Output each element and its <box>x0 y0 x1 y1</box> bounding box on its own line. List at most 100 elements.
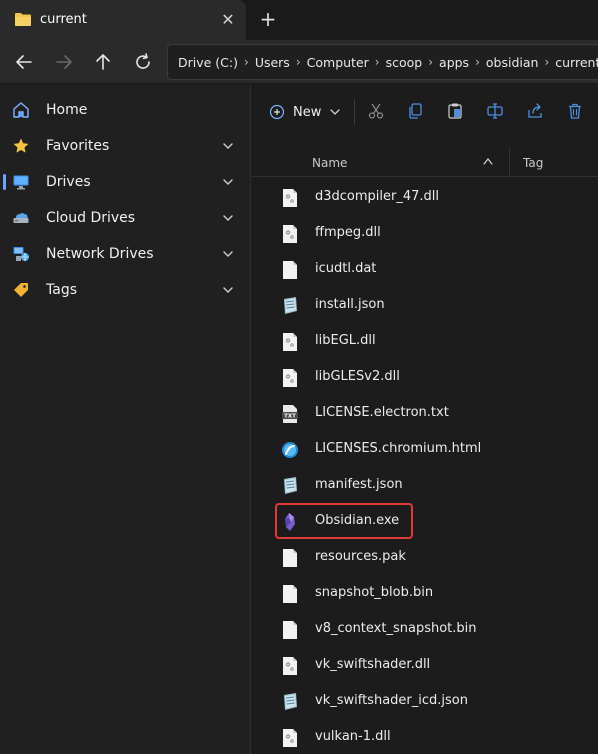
home-icon <box>13 102 29 118</box>
sidebar-item-label: Drives <box>46 174 91 190</box>
tab-current[interactable]: current ✕ <box>0 0 246 40</box>
file-row[interactable]: icudtl.dat <box>275 251 595 287</box>
breadcrumb-computer[interactable]: Computer <box>307 55 369 70</box>
sidebar-item-cloud-drives[interactable]: Cloud Drives <box>0 200 250 236</box>
folder-icon <box>15 13 31 26</box>
column-separator[interactable] <box>509 147 510 177</box>
chevron-down-icon[interactable] <box>220 138 236 154</box>
file-row[interactable]: v8_context_snapshot.bin <box>275 611 595 647</box>
file-name: vk_swiftshader.dll <box>315 657 431 672</box>
tag-icon <box>14 283 28 297</box>
up-button[interactable] <box>91 50 115 74</box>
breadcrumb-separator: › <box>374 55 380 69</box>
json-icon <box>281 692 299 712</box>
cloud-drive-icon <box>13 213 29 223</box>
file-row[interactable]: vk_swiftshader.dll <box>275 647 595 683</box>
address-bar[interactable]: Drive (C:) › Users › Computer › scoop › … <box>167 44 598 80</box>
command-toolbar: New <box>251 85 598 137</box>
sidebar-item-label: Cloud Drives <box>46 210 136 226</box>
json-icon <box>281 296 299 316</box>
paste-icon[interactable] <box>446 102 464 120</box>
file-row[interactable]: TXT LICENSE.electron.txt <box>275 395 595 431</box>
file-row[interactable]: install.json <box>275 287 595 323</box>
sidebar-item-network-drives[interactable]: Network Drives <box>0 236 250 272</box>
file-row[interactable]: manifest.json <box>275 467 595 503</box>
arrow-right-icon <box>56 55 72 69</box>
sidebar-item-home[interactable]: Home <box>0 92 250 128</box>
breadcrumb-separator: › <box>544 55 550 69</box>
breadcrumb-separator: › <box>244 55 249 69</box>
file-row[interactable]: d3dcompiler_47.dll <box>275 179 595 215</box>
new-tab-button[interactable]: + <box>258 9 278 31</box>
file-row[interactable]: libEGL.dll <box>275 323 595 359</box>
dll-icon <box>281 728 299 748</box>
file-row[interactable]: libGLESv2.dll <box>275 359 595 395</box>
delete-icon[interactable] <box>566 102 584 120</box>
breadcrumb-users[interactable]: Users <box>255 55 290 70</box>
new-button-label: New <box>293 104 322 120</box>
sidebar-item-drives[interactable]: Drives <box>0 164 250 200</box>
chevron-down-icon[interactable] <box>220 210 236 226</box>
file-name: manifest.json <box>315 477 403 492</box>
rename-icon[interactable] <box>486 102 504 120</box>
chevron-down-icon[interactable] <box>220 246 236 262</box>
breadcrumb-scoop[interactable]: scoop <box>386 55 423 70</box>
cut-icon[interactable] <box>367 102 385 120</box>
close-tab-icon[interactable]: ✕ <box>218 10 238 30</box>
forward-button[interactable] <box>52 50 76 74</box>
file-row[interactable]: LICENSES.chromium.html <box>275 431 595 467</box>
breadcrumb-drive[interactable]: Drive (C:) <box>178 55 238 70</box>
column-header-name[interactable]: Name <box>312 156 347 170</box>
file-row[interactable]: vk_swiftshader_icd.json <box>275 683 595 719</box>
sidebar-item-favorites[interactable]: Favorites <box>0 128 250 164</box>
file-name: vk_swiftshader_icd.json <box>315 693 468 708</box>
file-name: resources.pak <box>315 549 406 564</box>
sidebar-item-tags[interactable]: Tags <box>0 272 250 308</box>
breadcrumb-apps[interactable]: apps <box>439 55 469 70</box>
highlight-annotation <box>275 503 413 539</box>
blank-file-icon <box>281 260 299 280</box>
blank-file-icon <box>281 548 299 568</box>
file-name: snapshot_blob.bin <box>315 585 434 600</box>
dll-icon <box>281 656 299 676</box>
breadcrumb-obsidian[interactable]: obsidian <box>486 55 539 70</box>
share-icon[interactable] <box>526 102 544 120</box>
file-row[interactable]: vulkan-1.dll <box>275 719 595 754</box>
dll-icon <box>281 368 299 388</box>
column-header-tag[interactable]: Tag <box>523 156 543 170</box>
copy-icon[interactable] <box>407 102 425 120</box>
blank-file-icon <box>281 584 299 604</box>
dll-icon <box>281 332 299 352</box>
tab-bar: current ✕ + <box>0 0 598 40</box>
sort-ascending-icon[interactable] <box>482 156 494 166</box>
file-name: v8_context_snapshot.bin <box>315 621 477 636</box>
sidebar-item-label: Home <box>46 102 88 118</box>
arrow-up-icon <box>96 54 110 70</box>
monitor-icon <box>13 175 29 190</box>
file-pane: New Name Tag d3dcompiler_47.dll ffmpeg.d… <box>250 85 598 754</box>
file-name: ffmpeg.dll <box>315 225 381 240</box>
chevron-down-icon[interactable] <box>220 174 236 190</box>
file-row[interactable]: ffmpeg.dll <box>275 215 595 251</box>
file-name: libEGL.dll <box>315 333 376 348</box>
dll-icon <box>281 224 299 244</box>
breadcrumb-current[interactable]: current <box>555 55 598 70</box>
dll-icon <box>281 188 299 208</box>
file-row[interactable]: snapshot_blob.bin <box>275 575 595 611</box>
sidebar-item-label: Favorites <box>46 138 110 154</box>
file-row[interactable]: resources.pak <box>275 539 595 575</box>
file-name: LICENSE.electron.txt <box>315 405 449 420</box>
column-header-row: Name Tag <box>251 147 598 177</box>
refresh-icon <box>136 53 150 69</box>
refresh-button[interactable] <box>131 50 155 74</box>
html-icon <box>281 440 299 460</box>
back-button[interactable] <box>12 50 36 74</box>
new-button[interactable]: New <box>269 101 341 123</box>
breadcrumb-separator: › <box>428 55 434 69</box>
breadcrumb-separator: › <box>295 55 301 69</box>
chevron-down-icon[interactable] <box>220 282 236 298</box>
file-name: vulkan-1.dll <box>315 729 391 744</box>
file-name: d3dcompiler_47.dll <box>315 189 440 204</box>
json-icon <box>281 476 299 496</box>
sidebar-item-label: Tags <box>46 282 77 298</box>
